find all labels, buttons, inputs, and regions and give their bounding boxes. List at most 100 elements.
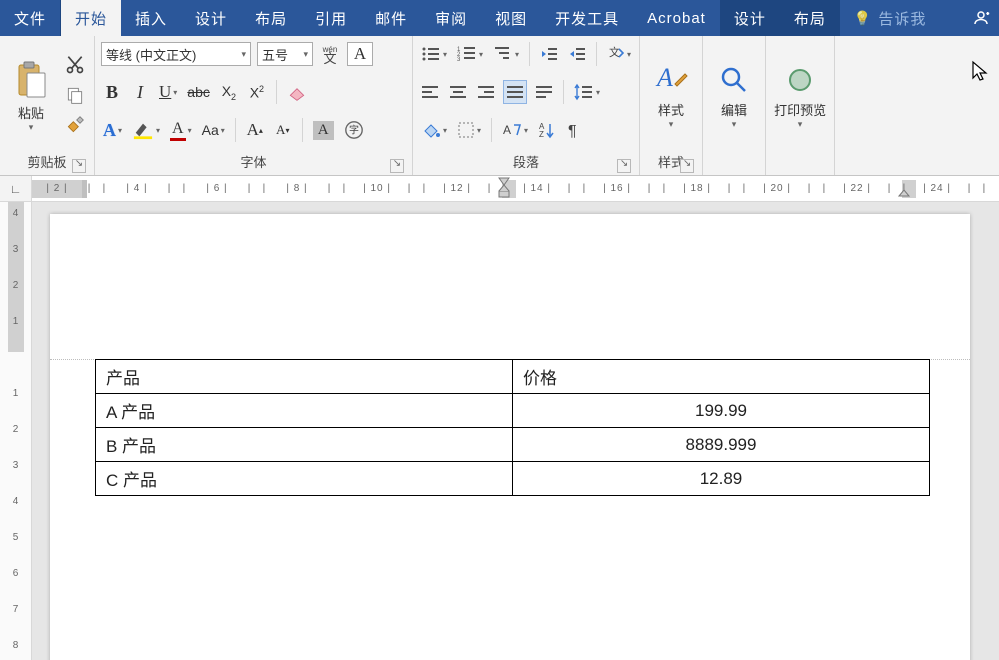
header-price-label: 价格 xyxy=(523,369,557,388)
tab-mailings[interactable]: 邮件 xyxy=(361,0,421,36)
highlight-button[interactable]: ▾ xyxy=(130,118,162,142)
tab-insert[interactable]: 插入 xyxy=(121,0,181,36)
align-right-button[interactable] xyxy=(475,80,497,104)
line-spacing-button[interactable]: ▾ xyxy=(572,80,602,104)
sort-icon: AZ xyxy=(538,121,556,139)
align-right-icon xyxy=(477,85,495,99)
font-name-select[interactable]: 等线 (中文正文) ▾ xyxy=(101,42,251,66)
document-table[interactable]: 产品 价格 A 产品 199.99 B 产品 8889.999 C 产品 12.… xyxy=(95,359,930,496)
strike-glyph: abc xyxy=(187,84,210,100)
cell-product: B 产品 xyxy=(96,428,513,462)
format-painter-button[interactable] xyxy=(62,113,88,137)
tab-view[interactable]: 视图 xyxy=(481,0,541,36)
align-distribute-icon xyxy=(535,85,553,99)
italic-button[interactable]: I xyxy=(129,80,151,104)
char-shading-button[interactable]: A xyxy=(311,118,336,142)
paste-dropdown[interactable]: ▾ xyxy=(29,122,34,133)
text-effects-button[interactable]: A▾ xyxy=(101,118,124,142)
vertical-ruler[interactable]: 432112345678 xyxy=(0,202,32,660)
text-direction-button[interactable]: 文▾ xyxy=(605,42,633,66)
clipboard-dialog-launcher[interactable] xyxy=(72,159,86,173)
print-preview-label: 打印预览 xyxy=(774,100,826,119)
subscript-button[interactable]: X2 xyxy=(218,80,240,104)
shrink-font-button[interactable]: A▾ xyxy=(272,118,294,142)
tab-layout[interactable]: 布局 xyxy=(241,0,301,36)
font-dialog-launcher[interactable] xyxy=(390,159,404,173)
change-case-button[interactable]: Aa▾ xyxy=(200,118,227,142)
underline-button[interactable]: U▾ xyxy=(157,80,179,104)
char-border-button[interactable]: A xyxy=(347,42,373,66)
enclose-char-icon: 字 xyxy=(344,120,364,140)
enclose-char-button[interactable]: 字 xyxy=(342,118,366,142)
phonetic-base: 文 xyxy=(323,54,336,63)
table-row: A 产品 199.99 xyxy=(96,394,930,428)
border-icon xyxy=(457,121,475,139)
group-styles: A 样式 ▾ 样式 xyxy=(640,36,703,175)
grow-font-button[interactable]: A▴ xyxy=(244,118,266,142)
decrease-indent-button[interactable] xyxy=(538,42,560,66)
superscript-button[interactable]: X2 xyxy=(246,80,268,104)
group-font: 等线 (中文正文) ▾ 五号 ▾ wén 文 A xyxy=(95,36,413,175)
svg-text:Z: Z xyxy=(539,130,544,139)
tab-acrobat[interactable]: Acrobat xyxy=(633,0,720,36)
paint-bucket-icon xyxy=(421,121,441,139)
font-size-select[interactable]: 五号 ▾ xyxy=(257,42,313,66)
numbering-button[interactable]: 123▾ xyxy=(455,42,485,66)
table-row: B 产品 8889.999 xyxy=(96,428,930,462)
cell-price: 12.89 xyxy=(513,462,930,496)
tab-review[interactable]: 审阅 xyxy=(421,0,481,36)
font-color-button[interactable]: A▾ xyxy=(168,118,194,142)
asian-layout-button[interactable]: A▾ xyxy=(500,118,530,142)
horizontal-ruler[interactable]: ∟ | 2 || || 4 || || 6 || || 8 || || 10 |… xyxy=(0,176,999,202)
align-center-icon xyxy=(449,85,467,99)
copy-button[interactable] xyxy=(62,83,88,107)
tab-table-layout[interactable]: 布局 xyxy=(780,0,840,36)
right-indent-marker[interactable] xyxy=(898,184,910,201)
first-line-indent-marker[interactable] xyxy=(498,177,510,199)
bullets-button[interactable]: ▾ xyxy=(419,42,449,66)
tab-tell-me[interactable]: 告诉我 xyxy=(840,0,940,36)
show-marks-button[interactable]: ¶ xyxy=(564,118,586,142)
shading-button[interactable]: ▾ xyxy=(419,118,449,142)
tab-selector[interactable]: ∟ xyxy=(0,176,32,201)
tab-home[interactable]: 开始 xyxy=(61,0,121,36)
styles-button[interactable]: A 样式 ▾ xyxy=(646,40,696,150)
group-paragraph-label: 段落 xyxy=(513,155,539,170)
table-row: C 产品 12.89 xyxy=(96,462,930,496)
share-button[interactable] xyxy=(963,0,999,36)
strikethrough-button[interactable]: abc xyxy=(185,80,212,104)
cell-text: 8889.999 xyxy=(686,435,757,454)
page[interactable]: 产品 价格 A 产品 199.99 B 产品 8889.999 C 产品 12.… xyxy=(50,214,970,660)
tab-table-design[interactable]: 设计 xyxy=(720,0,780,36)
multilevel-list-button[interactable]: ▾ xyxy=(491,42,521,66)
print-preview-icon xyxy=(784,64,816,96)
bold-button[interactable]: B xyxy=(101,80,123,104)
copy-icon xyxy=(65,85,85,105)
sort-button[interactable]: AZ xyxy=(536,118,558,142)
paste-button[interactable]: 粘贴 ▾ xyxy=(6,44,56,150)
editing-label: 编辑 xyxy=(721,100,747,119)
svg-text:¶: ¶ xyxy=(568,123,577,139)
cell-product: A 产品 xyxy=(96,394,513,428)
align-left-icon xyxy=(421,85,439,99)
phonetic-guide-button[interactable]: wén 文 xyxy=(319,42,341,66)
borders-button[interactable]: ▾ xyxy=(455,118,483,142)
styles-dialog-launcher[interactable] xyxy=(680,159,694,173)
paragraph-dialog-launcher[interactable] xyxy=(617,159,631,173)
clear-formatting-button[interactable] xyxy=(285,80,309,104)
tab-design[interactable]: 设计 xyxy=(181,0,241,36)
align-center-button[interactable] xyxy=(447,80,469,104)
cut-button[interactable] xyxy=(62,53,88,77)
increase-indent-button[interactable] xyxy=(566,42,588,66)
print-preview-button[interactable]: 打印预览 ▾ xyxy=(772,40,828,154)
tab-references[interactable]: 引用 xyxy=(301,0,361,36)
align-left-button[interactable] xyxy=(419,80,441,104)
tab-file[interactable]: 文件 xyxy=(0,0,61,36)
align-justify-button[interactable] xyxy=(503,80,527,104)
editing-button[interactable]: 编辑 ▾ xyxy=(709,40,759,154)
change-case-glyph: Aa xyxy=(202,122,219,138)
svg-text:A: A xyxy=(503,123,511,137)
tab-developer[interactable]: 开发工具 xyxy=(541,0,633,36)
align-distribute-button[interactable] xyxy=(533,80,555,104)
document-area[interactable]: 产品 价格 A 产品 199.99 B 产品 8889.999 C 产品 12.… xyxy=(32,202,999,660)
